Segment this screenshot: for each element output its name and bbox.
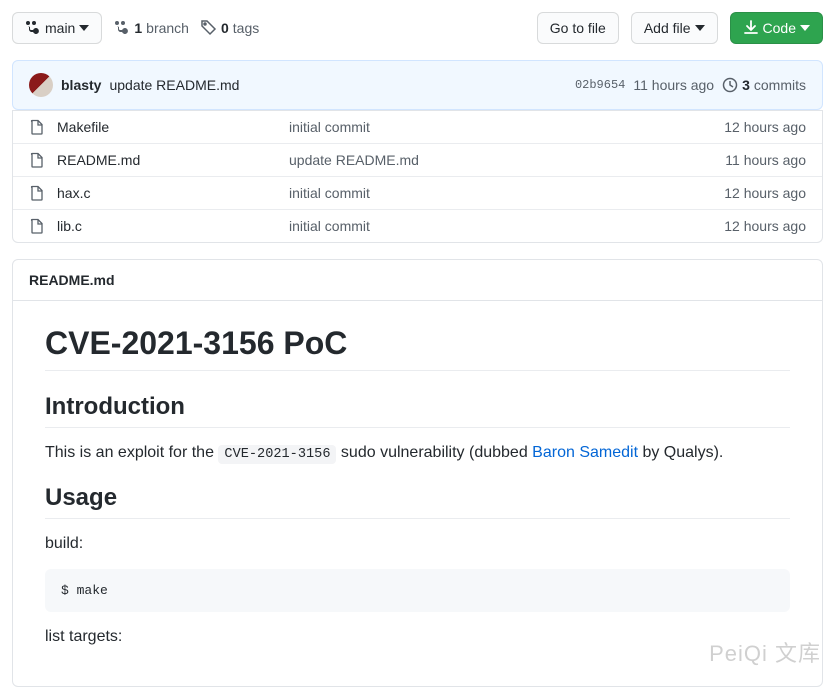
- branch-selector[interactable]: main: [12, 12, 102, 44]
- file-link[interactable]: hax.c: [57, 185, 90, 201]
- caret-down-icon: [695, 23, 705, 33]
- tag-count: 0: [221, 20, 229, 36]
- readme-inline-code: CVE-2021-3156: [218, 445, 336, 464]
- branch-word: branch: [146, 20, 189, 36]
- readme-list-targets-label: list targets:: [45, 628, 790, 646]
- table-row: Makefile initial commit 12 hours ago: [13, 110, 822, 143]
- file-commit-msg[interactable]: initial commit: [289, 218, 712, 234]
- readme-panel: README.md CVE-2021-3156 PoC Introduction…: [12, 259, 823, 687]
- add-file-button[interactable]: Add file: [631, 12, 718, 44]
- readme-intro-paragraph: This is an exploit for the CVE-2021-3156…: [45, 444, 790, 462]
- tag-word: tags: [233, 20, 259, 36]
- branch-label: main: [45, 18, 75, 38]
- file-icon: [29, 185, 45, 201]
- table-row: lib.c initial commit 12 hours ago: [13, 209, 822, 242]
- file-commit-msg[interactable]: update README.md: [289, 152, 713, 168]
- latest-commit-bar: blasty update README.md 02b9654 11 hours…: [12, 60, 823, 110]
- readme-filename[interactable]: README.md: [13, 260, 822, 301]
- caret-down-icon: [79, 23, 89, 33]
- commit-author[interactable]: blasty: [61, 77, 101, 93]
- avatar[interactable]: [29, 73, 53, 97]
- file-time: 12 hours ago: [724, 218, 806, 234]
- file-link[interactable]: Makefile: [57, 119, 109, 135]
- commits-link[interactable]: 3 commits: [722, 77, 806, 93]
- goto-file-button[interactable]: Go to file: [537, 12, 619, 44]
- file-link[interactable]: lib.c: [57, 218, 82, 234]
- table-row: README.md update README.md 11 hours ago: [13, 143, 822, 176]
- commits-count: 3: [742, 77, 750, 93]
- table-row: hax.c initial commit 12 hours ago: [13, 176, 822, 209]
- branch-count: 1: [134, 20, 142, 36]
- tag-icon: [201, 20, 217, 36]
- download-icon: [743, 20, 759, 36]
- git-branch-icon: [114, 20, 130, 36]
- readme-h2-usage: Usage: [45, 484, 790, 519]
- commit-sha[interactable]: 02b9654: [575, 78, 625, 92]
- git-branch-icon: [25, 20, 41, 36]
- file-link[interactable]: README.md: [57, 152, 140, 168]
- readme-link-baron-samedit[interactable]: Baron Samedit: [532, 444, 638, 461]
- readme-build-label: build:: [45, 535, 790, 553]
- commit-time: 11 hours ago: [633, 77, 714, 93]
- branches-link[interactable]: 1 branch: [114, 20, 189, 36]
- readme-h2-intro: Introduction: [45, 393, 790, 428]
- file-icon: [29, 152, 45, 168]
- caret-down-icon: [800, 23, 810, 33]
- file-commit-msg[interactable]: initial commit: [289, 119, 712, 135]
- history-icon: [722, 77, 738, 93]
- file-icon: [29, 119, 45, 135]
- file-time: 12 hours ago: [724, 119, 806, 135]
- file-time: 11 hours ago: [725, 152, 806, 168]
- readme-code-block: $ make: [45, 569, 790, 612]
- readme-h1: CVE-2021-3156 PoC: [45, 325, 790, 371]
- file-time: 12 hours ago: [724, 185, 806, 201]
- file-icon: [29, 218, 45, 234]
- commits-word: commits: [754, 77, 806, 93]
- file-commit-msg[interactable]: initial commit: [289, 185, 712, 201]
- code-button[interactable]: Code: [730, 12, 823, 44]
- file-table: Makefile initial commit 12 hours ago REA…: [12, 110, 823, 243]
- commit-message[interactable]: update README.md: [109, 77, 239, 93]
- watermark: PeiQi 文库: [709, 636, 821, 668]
- tags-link[interactable]: 0 tags: [201, 20, 259, 36]
